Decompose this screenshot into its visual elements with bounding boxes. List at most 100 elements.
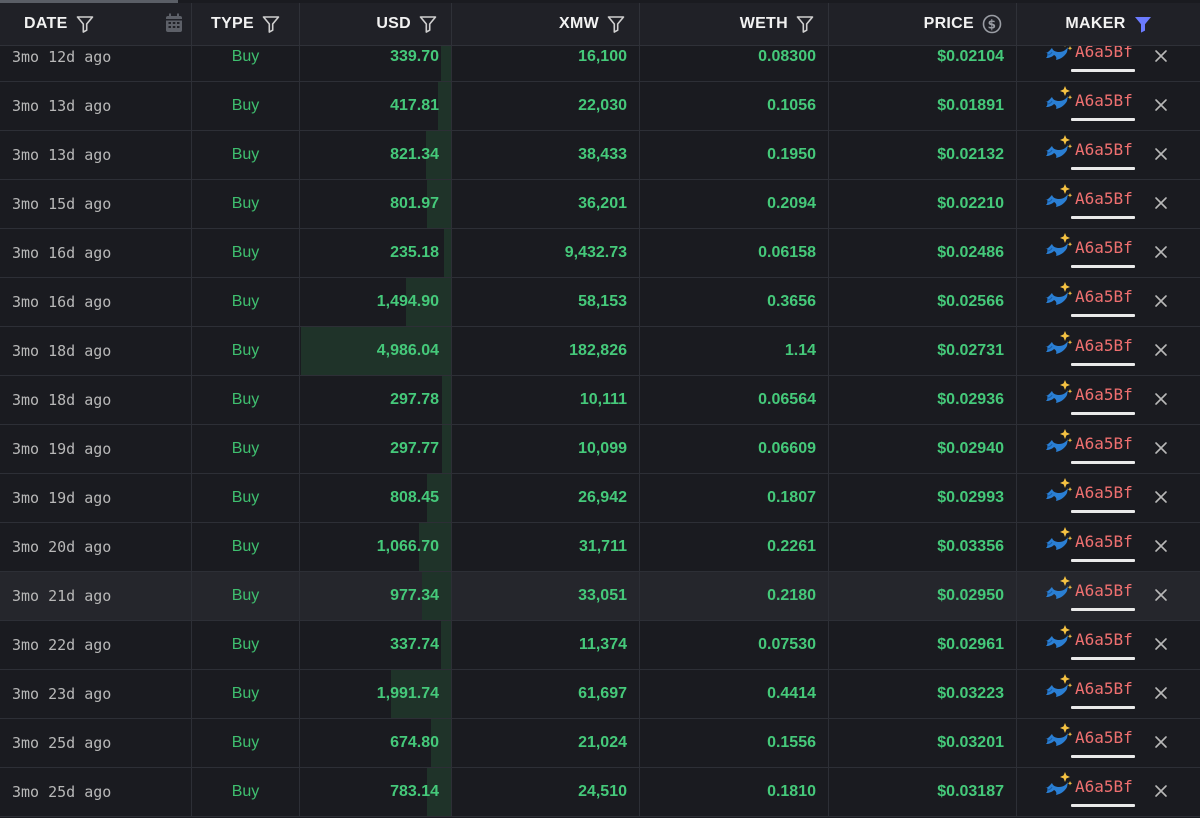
column-header-weth[interactable]: WETH: [640, 3, 829, 45]
column-header-type[interactable]: TYPE: [192, 3, 300, 45]
maker-cell: A6a5Bf: [1017, 180, 1200, 228]
maker-address-link[interactable]: A6a5Bf: [1075, 140, 1133, 159]
dollar-circle-icon[interactable]: $: [982, 14, 1002, 34]
xmw-cell: 61,697: [452, 670, 640, 718]
date-cell: 3mo 13d ago: [0, 131, 192, 179]
close-icon[interactable]: [1154, 686, 1168, 705]
type-cell: Buy: [192, 278, 300, 326]
filter-icon[interactable]: [262, 15, 280, 33]
usd-cell: 4,986.04: [300, 327, 452, 375]
filter-icon[interactable]: [796, 15, 814, 33]
maker-address-link[interactable]: A6a5Bf: [1075, 336, 1133, 355]
usd-cell: 1,991.74: [300, 670, 452, 718]
maker-link-underline: [1071, 706, 1135, 709]
maker-address-link[interactable]: A6a5Bf: [1075, 91, 1133, 110]
usd-cell: 235.18: [300, 229, 452, 277]
date-cell: 3mo 23d ago: [0, 670, 192, 718]
calendar-icon[interactable]: [165, 13, 183, 38]
close-icon[interactable]: [1154, 245, 1168, 264]
table-row[interactable]: 3mo 19d ago Buy 297.77 10,099 0.06609 $0.0294…: [0, 425, 1200, 474]
maker-link-underline: [1071, 118, 1135, 121]
usd-volume-bar: [441, 621, 451, 669]
table-row[interactable]: 3mo 13d ago Buy 821.34 38,433 0.1950 $0.02132…: [0, 131, 1200, 180]
filter-icon[interactable]: [76, 15, 94, 33]
xmw-cell: 33,051: [452, 572, 640, 620]
table-row[interactable]: 3mo 15d ago Buy 801.97 36,201 0.2094 $0.02210…: [0, 180, 1200, 229]
close-icon[interactable]: [1154, 588, 1168, 607]
maker-link-underline: [1071, 265, 1135, 268]
whale-sparkle-icon: [1043, 133, 1073, 168]
close-icon[interactable]: [1154, 392, 1168, 411]
price-cell: $0.02566: [829, 278, 1017, 326]
usd-value: 4,986.04: [376, 342, 439, 359]
weth-cell: 0.1950: [640, 131, 829, 179]
price-cell: $0.02936: [829, 376, 1017, 424]
table-body: 3mo 12d ago Buy 339.70 16,100 0.08300 $0.0210…: [0, 33, 1200, 817]
weth-cell: 0.4414: [640, 670, 829, 718]
filter-icon[interactable]: [607, 15, 625, 33]
table-row[interactable]: 3mo 23d ago Buy 1,991.74 61,697 0.4414 $0.032…: [0, 670, 1200, 719]
date-cell: 3mo 18d ago: [0, 376, 192, 424]
table-header: DATE TYPE USD XMW WETH PRICE $ MAKER: [0, 3, 1200, 46]
table-row[interactable]: 3mo 16d ago Buy 1,494.90 58,153 0.3656 $0.025…: [0, 278, 1200, 327]
table-row[interactable]: 3mo 18d ago Buy 297.78 10,111 0.06564 $0.0293…: [0, 376, 1200, 425]
column-header-date[interactable]: DATE: [0, 3, 192, 45]
maker-cell: A6a5Bf: [1017, 327, 1200, 375]
whale-sparkle-icon: [1043, 378, 1073, 413]
table-row[interactable]: 3mo 25d ago Buy 674.80 21,024 0.1556 $0.03201…: [0, 719, 1200, 768]
close-icon[interactable]: [1154, 147, 1168, 166]
close-icon[interactable]: [1154, 343, 1168, 362]
close-icon[interactable]: [1154, 735, 1168, 754]
maker-address-link[interactable]: A6a5Bf: [1075, 728, 1133, 747]
table-row[interactable]: 3mo 21d ago Buy 977.34 33,051 0.2180 $0.02950…: [0, 572, 1200, 621]
maker-address-link[interactable]: A6a5Bf: [1075, 581, 1133, 600]
weth-cell: 0.1056: [640, 82, 829, 130]
date-cell: 3mo 19d ago: [0, 425, 192, 473]
maker-address-link[interactable]: A6a5Bf: [1075, 189, 1133, 208]
date-cell: 3mo 18d ago: [0, 327, 192, 375]
close-icon[interactable]: [1154, 196, 1168, 215]
table-row[interactable]: 3mo 20d ago Buy 1,066.70 31,711 0.2261 $0.033…: [0, 523, 1200, 572]
table-row[interactable]: 3mo 19d ago Buy 808.45 26,942 0.1807 $0.02993…: [0, 474, 1200, 523]
usd-cell: 674.80: [300, 719, 452, 767]
column-header-usd[interactable]: USD: [300, 3, 452, 45]
usd-volume-bar: [444, 229, 451, 277]
price-cell: $0.02132: [829, 131, 1017, 179]
maker-address-link[interactable]: A6a5Bf: [1075, 434, 1133, 453]
column-header-xmw[interactable]: XMW: [452, 3, 640, 45]
table-row[interactable]: 3mo 16d ago Buy 235.18 9,432.73 0.06158 $0.02…: [0, 229, 1200, 278]
maker-address-link[interactable]: A6a5Bf: [1075, 679, 1133, 698]
close-icon[interactable]: [1154, 294, 1168, 313]
maker-address-link[interactable]: A6a5Bf: [1075, 630, 1133, 649]
whale-sparkle-icon: [1043, 231, 1073, 266]
table-row[interactable]: 3mo 13d ago Buy 417.81 22,030 0.1056 $0.01891…: [0, 82, 1200, 131]
usd-cell: 1,066.70: [300, 523, 452, 571]
price-cell: $0.02940: [829, 425, 1017, 473]
maker-address-link[interactable]: A6a5Bf: [1075, 385, 1133, 404]
filter-active-icon[interactable]: [1134, 15, 1152, 33]
column-header-maker[interactable]: MAKER: [1017, 3, 1200, 45]
close-icon[interactable]: [1154, 441, 1168, 460]
close-icon[interactable]: [1154, 637, 1168, 656]
close-icon[interactable]: [1154, 539, 1168, 558]
maker-address-link[interactable]: A6a5Bf: [1075, 483, 1133, 502]
maker-address-link[interactable]: A6a5Bf: [1075, 238, 1133, 257]
filter-icon[interactable]: [419, 15, 437, 33]
usd-value: 674.80: [390, 734, 439, 751]
xmw-cell: 58,153: [452, 278, 640, 326]
close-icon[interactable]: [1154, 49, 1168, 68]
maker-address-link[interactable]: A6a5Bf: [1075, 777, 1133, 796]
maker-address-link[interactable]: A6a5Bf: [1075, 287, 1133, 306]
column-header-price[interactable]: PRICE $: [829, 3, 1017, 45]
maker-cell: A6a5Bf: [1017, 82, 1200, 130]
table-row[interactable]: 3mo 22d ago Buy 337.74 11,374 0.07530 $0.0296…: [0, 621, 1200, 670]
table-row[interactable]: 3mo 25d ago Buy 783.14 24,510 0.1810 $0.03187…: [0, 768, 1200, 817]
table-row[interactable]: 3mo 18d ago Buy 4,986.04 182,826 1.14 $0.0273…: [0, 327, 1200, 376]
xmw-cell: 10,111: [452, 376, 640, 424]
maker-address-link[interactable]: A6a5Bf: [1075, 532, 1133, 551]
close-icon[interactable]: [1154, 98, 1168, 117]
type-cell: Buy: [192, 670, 300, 718]
close-icon[interactable]: [1154, 784, 1168, 803]
maker-cell: A6a5Bf: [1017, 229, 1200, 277]
close-icon[interactable]: [1154, 490, 1168, 509]
